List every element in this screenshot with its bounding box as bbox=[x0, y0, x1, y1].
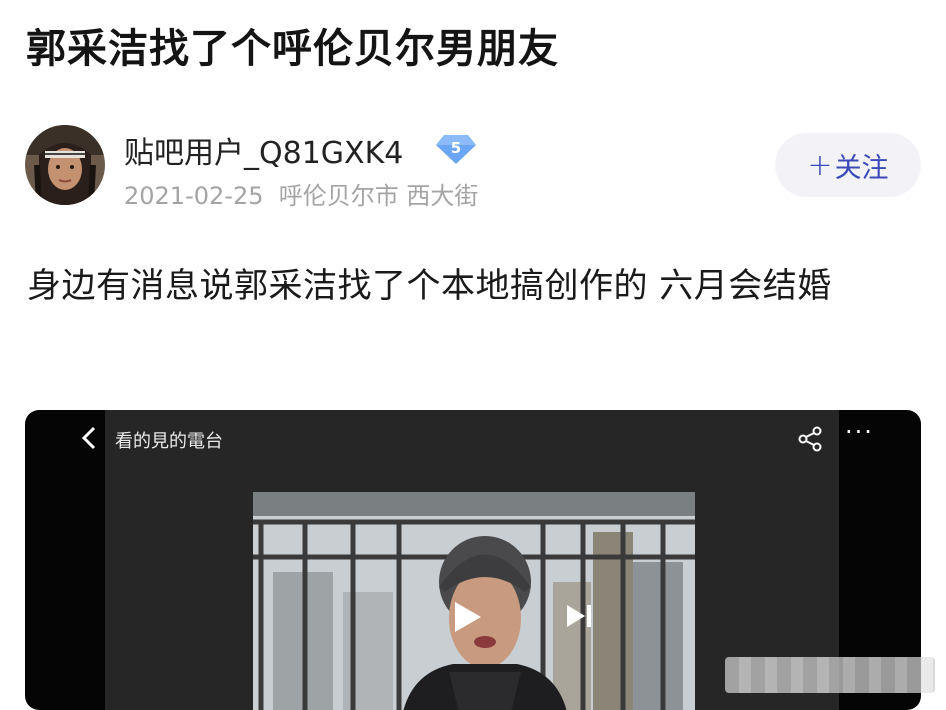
share-icon[interactable] bbox=[797, 426, 823, 452]
post-date: 2021-02-25 bbox=[124, 182, 264, 210]
next-icon[interactable] bbox=[565, 602, 595, 630]
play-icon[interactable] bbox=[451, 600, 483, 634]
back-icon[interactable] bbox=[79, 424, 99, 459]
post-location: 呼伦贝尔市 西大街 bbox=[278, 182, 479, 210]
level-badge: 5 bbox=[434, 132, 478, 166]
more-icon[interactable]: ··· bbox=[845, 418, 874, 446]
plus-icon: + bbox=[807, 147, 833, 183]
follow-button[interactable]: + 关注 bbox=[775, 133, 921, 197]
avatar[interactable] bbox=[25, 125, 105, 205]
avatar-portrait-icon bbox=[25, 125, 105, 205]
post-meta: 2021-02-25 呼伦贝尔市 西大街 bbox=[124, 176, 478, 211]
post-title: 郭采洁找了个呼伦贝尔男朋友 bbox=[26, 26, 559, 72]
level-number: 5 bbox=[451, 139, 461, 157]
post-body: 身边有消息说郭采洁找了个本地搞创作的 六月会结婚 bbox=[27, 266, 832, 306]
author-name[interactable]: 贴吧用户_Q81GXK4 bbox=[124, 128, 403, 172]
video-channel-name: 看的見的電台 bbox=[115, 431, 223, 452]
follow-label: 关注 bbox=[834, 152, 889, 184]
diamond-badge-icon: 5 bbox=[436, 135, 476, 164]
watermark-blur bbox=[725, 657, 935, 693]
